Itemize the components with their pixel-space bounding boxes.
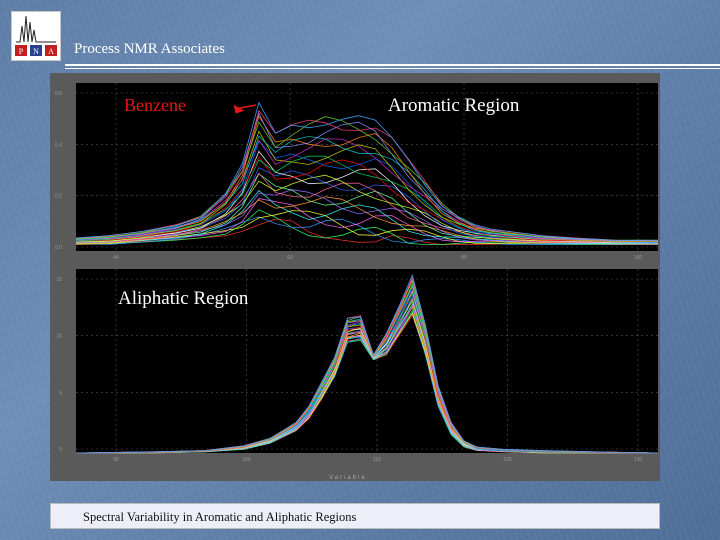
header-divider <box>65 64 720 66</box>
aliphatic-x-tick-label: 120 <box>503 457 512 463</box>
aromatic-y-tick-label: 0.0 <box>55 245 62 251</box>
aromatic-x-tick-label: 100 <box>634 255 643 261</box>
aromatic-y-tick-label: 0.4 <box>55 142 62 148</box>
aliphatic-x-tick-label: 130 <box>634 457 643 463</box>
logo-letter-n: N <box>33 47 39 56</box>
aliphatic-region-label: Aliphatic Region <box>118 288 249 309</box>
logo-letter-p: P <box>19 47 24 56</box>
spectra-chart-panel: 0.0 0.2 0.4 0.6 40 60 80 100 0 5 10 15 90 100 110 120 1… <box>50 73 660 481</box>
company-logo: P N A <box>11 11 61 61</box>
aromatic-y-tick-label: 0.2 <box>55 194 62 200</box>
aromatic-y-tick-label: 0.6 <box>55 91 62 97</box>
header-title: Process NMR Associates <box>74 41 225 57</box>
aliphatic-x-tick-label: 100 <box>242 457 251 463</box>
aliphatic-x-tick-label: 90 <box>113 457 119 463</box>
header-divider-thin <box>65 68 720 69</box>
aromatic-x-tick-label: 80 <box>461 255 467 261</box>
caption-text: Spectral Variability in Aromatic and Ali… <box>83 510 357 524</box>
logo-letter-a: A <box>48 47 54 56</box>
aromatic-x-tick-label: 40 <box>113 255 119 261</box>
benzene-annotation: Benzene <box>124 95 186 115</box>
aromatic-region-label: Aromatic Region <box>388 95 520 116</box>
aliphatic-x-tick-label: 110 <box>373 457 381 463</box>
aliphatic-y-tick-label: 5 <box>59 390 62 396</box>
aliphatic-y-tick-label: 15 <box>56 277 62 283</box>
spectra-chart: 0.0 0.2 0.4 0.6 40 60 80 100 0 5 10 15 90 100 110 120 1… <box>55 83 659 481</box>
caption-box: Spectral Variability in Aromatic and Ali… <box>50 503 660 529</box>
aliphatic-y-tick-label: 0 <box>59 447 62 453</box>
aromatic-x-tick-label: 60 <box>287 255 293 261</box>
bottom-x-axis-label: Variable <box>329 475 367 481</box>
aliphatic-y-tick-label: 10 <box>56 334 62 340</box>
